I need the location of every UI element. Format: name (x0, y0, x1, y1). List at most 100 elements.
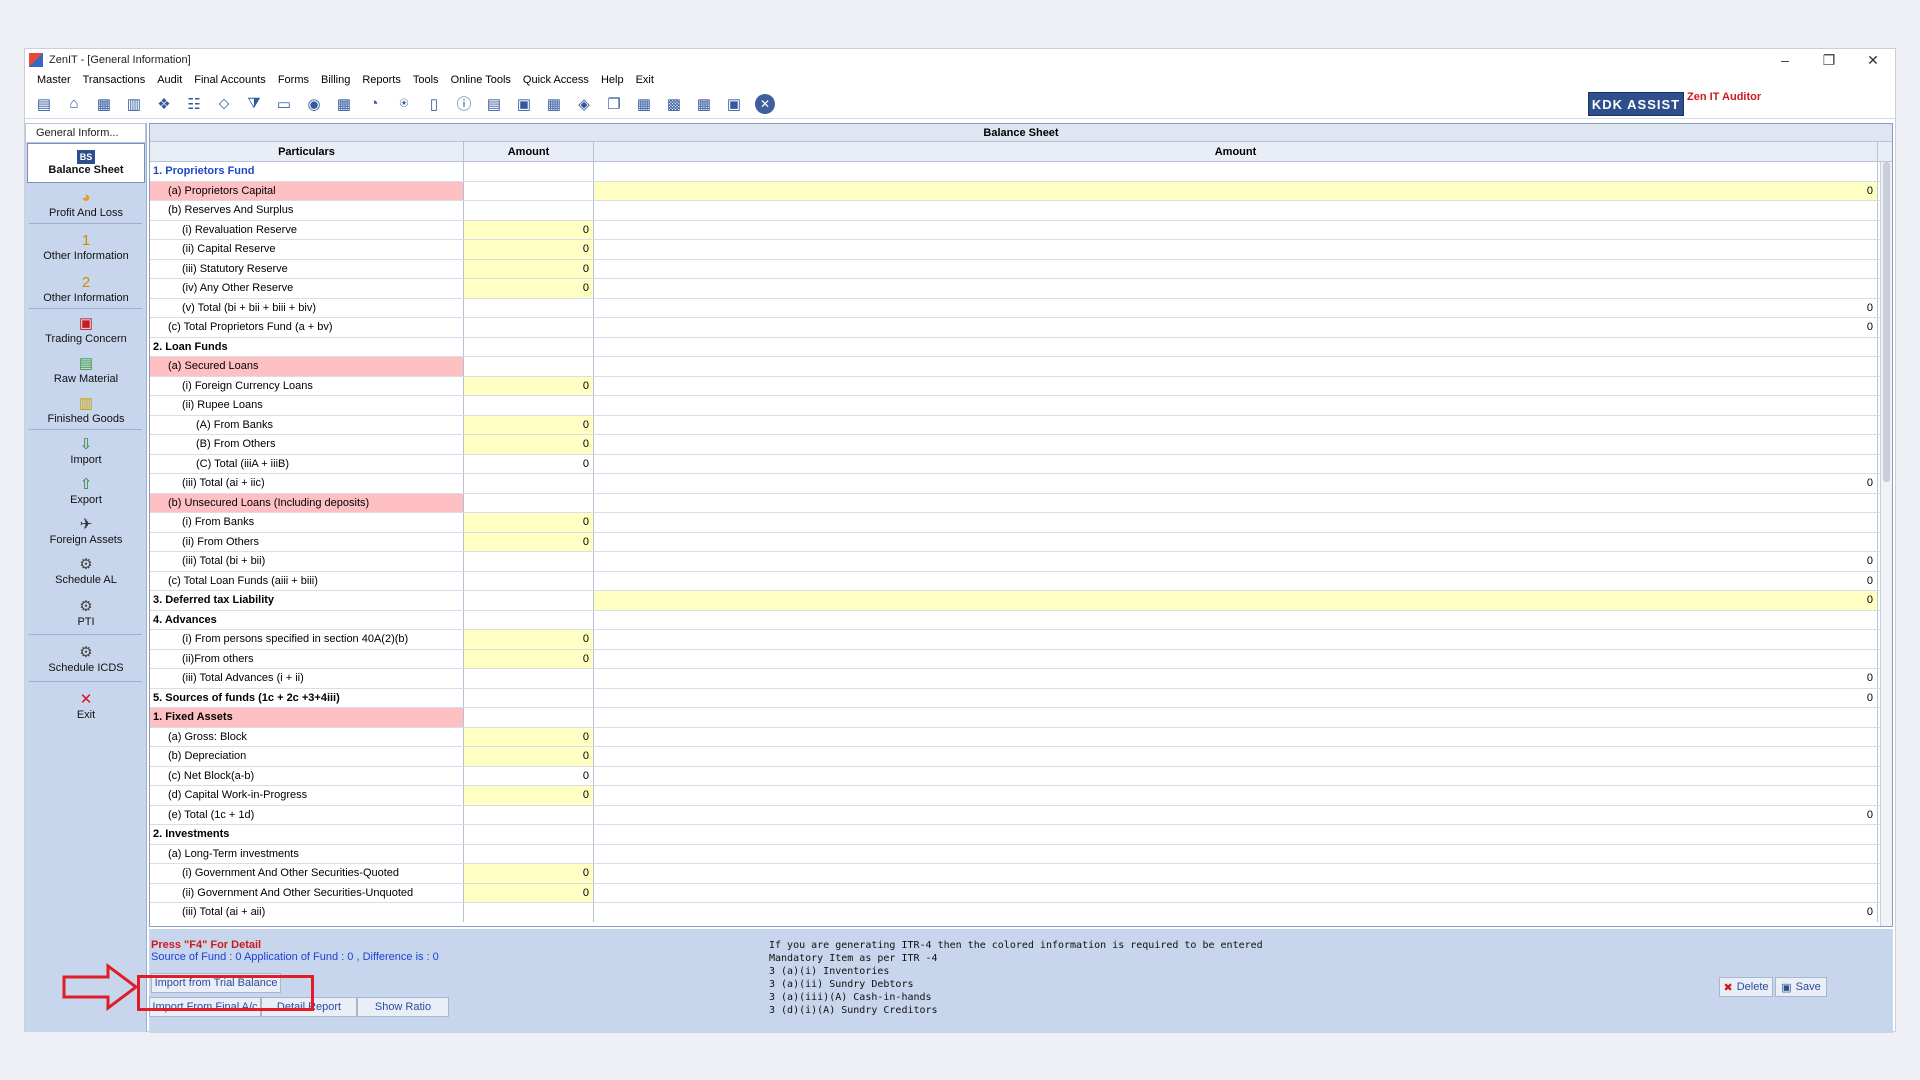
kdk-assist-button[interactable]: KDK ASSIST (1588, 92, 1684, 116)
save-icon: ▣ (1781, 981, 1792, 994)
amount-cell[interactable]: 0 (464, 532, 594, 551)
book-icon[interactable]: ▯ (421, 92, 447, 116)
sidebar-item-label: Schedule AL (55, 574, 117, 586)
minimize-button[interactable]: – (1763, 49, 1807, 71)
amount-cell[interactable]: 0 (464, 786, 594, 805)
tag-icon[interactable]: ⬦ (211, 92, 237, 116)
amount-cell[interactable]: 0 (464, 435, 594, 454)
export-icon[interactable]: ▣ (721, 92, 747, 116)
amount-cell (464, 805, 594, 824)
amount-cell[interactable]: 0 (464, 220, 594, 239)
users-icon[interactable]: ☷ (181, 92, 207, 116)
menu-help[interactable]: Help (595, 74, 630, 86)
sidebar-item-raw-material[interactable]: ▤ Raw Material (27, 349, 145, 389)
refresh-icon[interactable]: ◉ (301, 92, 327, 116)
sidebar-item-trading-concern[interactable]: ▣ Trading Concern (27, 309, 145, 349)
sidebar-item-profit-and-loss[interactable]: ◕ Profit And Loss (27, 183, 145, 223)
amount-cell[interactable]: 0 (464, 727, 594, 746)
total-amount-cell[interactable]: 0 (594, 181, 1878, 200)
amount-cell[interactable]: 0 (464, 376, 594, 395)
menu-transactions[interactable]: Transactions (77, 74, 152, 86)
amount-cell (464, 357, 594, 376)
particulars-cell: (iii) Total Advances (i + ii) (150, 669, 464, 688)
pay-icon[interactable]: ⍟ (391, 92, 417, 116)
people-icon[interactable]: ▩ (661, 92, 687, 116)
amount-cell[interactable]: 0 (464, 240, 594, 259)
particulars-cell: (C) Total (iiiA + iiiB) (150, 454, 464, 473)
amount-cell[interactable]: 0 (464, 279, 594, 298)
restore-button[interactable]: ❐ (1807, 49, 1851, 71)
sidebar-item-finished-goods[interactable]: ▥ Finished Goods (27, 389, 145, 429)
building-icon[interactable]: ▦ (91, 92, 117, 116)
amount-cell[interactable]: 0 (464, 415, 594, 434)
amount-cell[interactable]: 0 (464, 747, 594, 766)
amount-cell[interactable]: 0 (464, 259, 594, 278)
sidebar-item-label: Trading Concern (45, 333, 127, 345)
sidebar-item-exit[interactable]: ✕ Exit (27, 682, 145, 728)
delete-button[interactable]: ✖ Delete (1719, 977, 1773, 997)
close-circle-icon[interactable]: ✕ (755, 93, 775, 114)
vertical-scrollbar[interactable] (1880, 162, 1892, 926)
chart-icon[interactable]: ▥ (121, 92, 147, 116)
menu-billing[interactable]: Billing (315, 74, 356, 86)
amount-cell[interactable]: 0 (464, 883, 594, 902)
copy-icon[interactable]: ❐ (601, 92, 627, 116)
tax-icon[interactable]: ▭ (271, 92, 297, 116)
menu-online-tools[interactable]: Online Tools (445, 74, 517, 86)
sidebar-item-other-information[interactable]: 1 Other Information (27, 224, 145, 268)
sidebar-item-balance-sheet[interactable]: BS Balance Sheet (27, 143, 145, 183)
total-amount-cell[interactable]: 0 (594, 591, 1878, 610)
icd-icon[interactable]: ▦ (691, 92, 717, 116)
home-icon[interactable]: ⌂ (61, 92, 87, 116)
menu-exit[interactable]: Exit (630, 74, 660, 86)
new-doc-icon[interactable]: ▤ (31, 92, 57, 116)
table-row: (a) Long-Term investments (150, 844, 1892, 864)
sidebar-item-export[interactable]: ⇧ Export (27, 470, 145, 510)
table-row: 1. Fixed Assets (150, 708, 1892, 728)
calculator-icon[interactable]: ▦ (331, 92, 357, 116)
particulars-cell: (v) Total (bi + bii + biii + biv) (150, 298, 464, 317)
particulars-cell: (iii) Total (ai + aii) (150, 903, 464, 922)
show-ratio-button[interactable]: Show Ratio (357, 997, 449, 1017)
filter-icon[interactable]: ⧩ (241, 92, 267, 116)
sidebar-item-import[interactable]: ⇩ Import (27, 430, 145, 470)
menu-audit[interactable]: Audit (151, 74, 188, 86)
sidebar-tab-general-information[interactable]: General Inform... (25, 123, 146, 143)
menu-tools[interactable]: Tools (407, 74, 445, 86)
amount-cell[interactable]: 0 (464, 630, 594, 649)
save-button[interactable]: ▣ Save (1775, 977, 1827, 997)
close-button[interactable]: ✕ (1851, 49, 1895, 71)
amount-cell[interactable]: 0 (464, 864, 594, 883)
report-icon[interactable]: ▤ (481, 92, 507, 116)
menu-master[interactable]: Master (31, 74, 77, 86)
particulars-cell: (iii) Total (ai + iic) (150, 474, 464, 493)
total-amount-cell (594, 415, 1878, 434)
menu-final-accounts[interactable]: Final Accounts (188, 74, 272, 86)
sidebar-item-foreign-assets[interactable]: ✈ Foreign Assets (27, 510, 145, 550)
menu-reports[interactable]: Reports (356, 74, 407, 86)
folder-icon[interactable]: ◈ (571, 92, 597, 116)
menu-forms[interactable]: Forms (272, 74, 315, 86)
info-icon[interactable]: ⓘ (451, 92, 477, 116)
scrollbar-thumb[interactable] (1883, 162, 1890, 482)
bs-icon[interactable]: ▦ (631, 92, 657, 116)
total-amount-cell (594, 162, 1878, 181)
zen-it-auditor-link[interactable]: Zen IT Auditor (1687, 91, 1761, 103)
calendar-icon[interactable]: ▦ (541, 92, 567, 116)
annotation-highlight-box (137, 975, 314, 1011)
sidebar-item-pti[interactable]: ⚙ PTI (27, 590, 145, 634)
amount-cell (464, 298, 594, 317)
sidebar-item-label: Other Information (43, 250, 129, 262)
import-icon: ⇩ (79, 436, 93, 453)
sidebar-item-schedule-icds[interactable]: ⚙ Schedule ICDS (27, 635, 145, 681)
menu-quick-access[interactable]: Quick Access (517, 74, 595, 86)
amount-cell[interactable]: 0 (464, 513, 594, 532)
sidebar-item-schedule-al[interactable]: ⚙ Schedule AL (27, 550, 145, 590)
sidebar-item-label: PTI (77, 616, 95, 628)
amount-cell[interactable]: 0 (464, 649, 594, 668)
particulars-cell: (B) From Others (150, 435, 464, 454)
doc-search-icon[interactable]: ▣ (511, 92, 537, 116)
sidebar-item-other-information[interactable]: 2 Other Information (27, 268, 145, 308)
gift-icon[interactable]: ❖ (151, 92, 177, 116)
pie-icon[interactable]: ◔ (361, 92, 387, 116)
